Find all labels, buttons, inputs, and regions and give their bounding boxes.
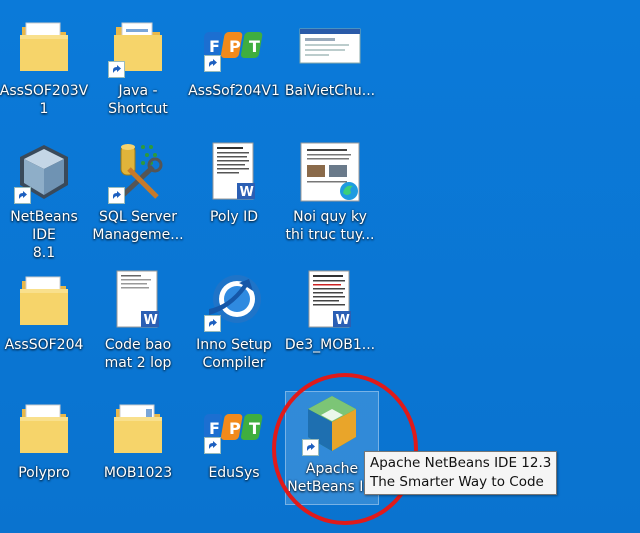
- desktop-icon-label: NetBeans IDE 8.1: [10, 209, 78, 261]
- shortcut-arrow-icon: [204, 315, 221, 332]
- desktop-icon-baivietchu[interactable]: BaiVietChu...: [284, 14, 376, 100]
- tooltip-title: Apache NetBeans IDE 12.3: [370, 455, 552, 471]
- apache-netbeans-icon: [300, 392, 364, 456]
- desktop-icon-mob1023[interactable]: MOB1023: [92, 396, 184, 482]
- svg-text:W: W: [144, 313, 158, 328]
- svg-text:F: F: [209, 419, 220, 438]
- desktop-icon-asssof203v1[interactable]: AssSOF203V1: [0, 14, 90, 118]
- desktop-icon-label: AssSof204V1: [188, 83, 280, 99]
- desktop-icon-polypro[interactable]: Polypro: [0, 396, 90, 482]
- svg-text:P: P: [229, 419, 241, 438]
- tooltip: Apache NetBeans IDE 12.3 The Smarter Way…: [364, 451, 558, 495]
- sql-server-tools-icon: [106, 140, 170, 204]
- folder-icon: [12, 14, 76, 78]
- desktop-icon-poly-id[interactable]: W Poly ID: [188, 140, 280, 226]
- svg-text:P: P: [229, 37, 241, 56]
- desktop-icon-netbeans-8-1[interactable]: NetBeans IDE 8.1: [0, 140, 90, 262]
- desktop-icon-label: De3_MOB1...: [284, 337, 376, 353]
- desktop-icon-label: SQL Server Manageme...: [92, 209, 184, 243]
- desktop-icon-label: Code bao mat 2 lop: [104, 337, 172, 371]
- desktop-icon-noi-quy-ky-thi[interactable]: Noi quy ky thi truc tuy...: [284, 140, 376, 244]
- word-document-icon: W: [106, 268, 170, 332]
- folder-icon: [12, 268, 76, 332]
- folder-icon: [106, 396, 170, 460]
- svg-text:F: F: [209, 37, 220, 56]
- desktop-icon-asssof204[interactable]: AssSOF204: [0, 268, 90, 354]
- desktop-icon-label: EduSys: [208, 465, 260, 481]
- fpt-logo-icon: F P T: [202, 14, 266, 78]
- desktop-icon-label: Java - Shortcut: [108, 83, 168, 117]
- desktop-icon-label: Poly ID: [209, 209, 259, 225]
- netbeans-cube-icon: [12, 140, 76, 204]
- svg-text:T: T: [249, 419, 260, 438]
- desktop-icon-label: MOB1023: [103, 465, 173, 481]
- tooltip-subtitle: The Smarter Way to Code: [370, 474, 544, 490]
- desktop-icon-label: AssSOF204: [4, 337, 84, 353]
- fpt-logo-icon: F P T: [202, 396, 266, 460]
- desktop-icon-asssof204v1[interactable]: F P T AssSof204V1: [188, 14, 280, 100]
- svg-text:W: W: [336, 313, 350, 328]
- shortcut-arrow-icon: [108, 61, 125, 78]
- desktop-icon-label: Polypro: [18, 465, 70, 481]
- shortcut-arrow-icon: [204, 55, 221, 72]
- svg-text:W: W: [240, 185, 254, 200]
- desktop-icon-de3-mob1[interactable]: W De3_MOB1...: [284, 268, 376, 354]
- desktop-icon-edusys[interactable]: F P T EduSys: [188, 396, 280, 482]
- desktop-icon-sql-server-management[interactable]: SQL Server Manageme...: [92, 140, 184, 244]
- folder-shortcut-icon: [106, 14, 170, 78]
- desktop-icon-label: Inno Setup Compiler: [196, 337, 272, 371]
- inno-setup-icon: [202, 268, 266, 332]
- shortcut-arrow-icon: [204, 437, 221, 454]
- word-document-icon: W: [298, 268, 362, 332]
- shortcut-arrow-icon: [108, 187, 125, 204]
- shortcut-arrow-icon: [14, 187, 31, 204]
- edge-pdf-document-icon: [298, 140, 362, 204]
- desktop-icon-label: BaiVietChu...: [284, 83, 376, 99]
- folder-icon: [12, 396, 76, 460]
- word-document-icon: W: [202, 140, 266, 204]
- desktop-icon-code-bao-mat[interactable]: W Code bao mat 2 lop: [92, 268, 184, 372]
- svg-text:T: T: [249, 37, 260, 56]
- desktop-icon-label: AssSOF203V1: [0, 83, 89, 117]
- desktop-icon-inno-setup[interactable]: Inno Setup Compiler: [188, 268, 280, 372]
- screenshot-file-icon: [298, 14, 362, 78]
- desktop-icon-java-shortcut[interactable]: Java - Shortcut: [92, 14, 184, 118]
- shortcut-arrow-icon: [302, 439, 319, 456]
- desktop-icon-label: Noi quy ky thi truc tuy...: [285, 209, 375, 243]
